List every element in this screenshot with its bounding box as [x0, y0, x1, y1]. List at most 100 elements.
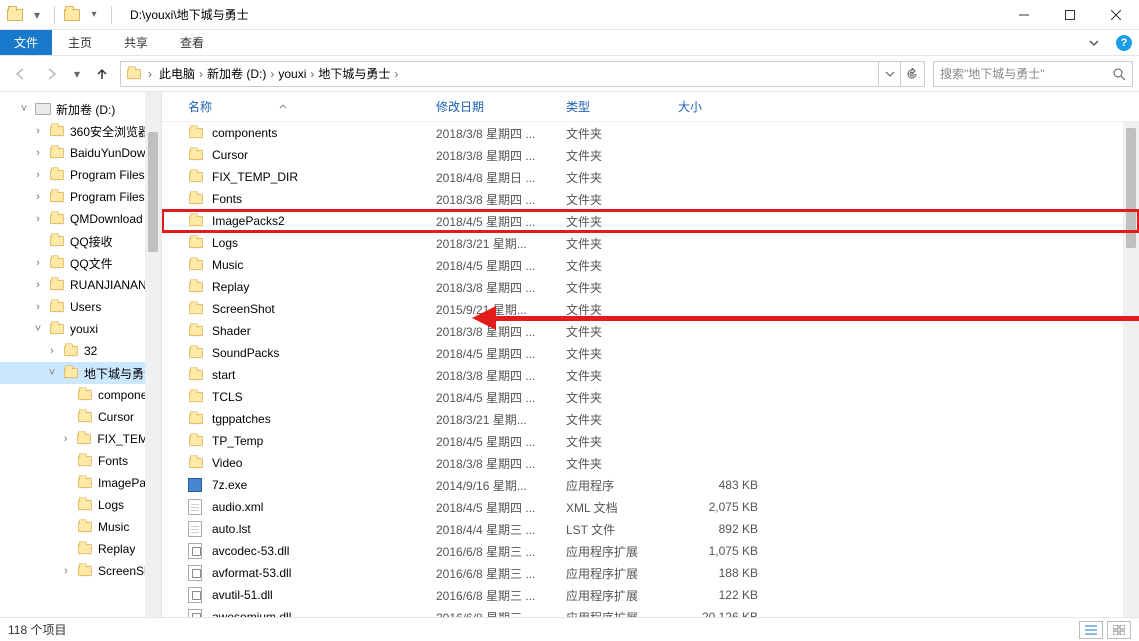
- breadcrumb[interactable]: 新加卷 (D:): [205, 65, 268, 82]
- minimize-button[interactable]: [1001, 0, 1047, 30]
- qat-dropdown-icon[interactable]: ▾: [28, 6, 46, 24]
- chevron-right-icon[interactable]: ›: [268, 67, 276, 81]
- file-row[interactable]: awesomium.dll2016/6/8 星期三 ...应用程序扩展20,12…: [162, 606, 1139, 617]
- tree-node[interactable]: Replay: [0, 538, 161, 560]
- tree-node[interactable]: ›360安全浏览器: [0, 120, 161, 142]
- file-row[interactable]: Cursor2018/3/8 星期四 ...文件夹: [162, 144, 1139, 166]
- expand-icon[interactable]: ›: [32, 214, 44, 225]
- file-row[interactable]: avformat-53.dll2016/6/8 星期三 ...应用程序扩展188…: [162, 562, 1139, 584]
- chevron-right-icon[interactable]: ›: [308, 67, 316, 81]
- file-row[interactable]: Replay2018/3/8 星期四 ...文件夹: [162, 276, 1139, 298]
- file-row[interactable]: TP_Temp2018/4/5 星期四 ...文件夹: [162, 430, 1139, 452]
- file-row[interactable]: auto.lst2018/4/4 星期三 ...LST 文件892 KB: [162, 518, 1139, 540]
- tab-view[interactable]: 查看: [164, 30, 220, 55]
- expand-icon[interactable]: ›: [32, 302, 44, 313]
- close-button[interactable]: [1093, 0, 1139, 30]
- file-row[interactable]: 7z.exe2014/9/16 星期...应用程序483 KB: [162, 474, 1139, 496]
- folder-open-icon[interactable]: [63, 6, 81, 24]
- tab-share[interactable]: 共享: [108, 30, 164, 55]
- column-date[interactable]: 修改日期: [436, 98, 566, 115]
- file-name: tgppatches: [206, 412, 436, 426]
- file-row[interactable]: Shader2018/3/8 星期四 ...文件夹: [162, 320, 1139, 342]
- tree-node[interactable]: ›QQ文件: [0, 252, 161, 274]
- address-bar[interactable]: › 此电脑› 新加卷 (D:)› youxi› 地下城与勇士›: [120, 61, 925, 87]
- expand-icon[interactable]: ˅: [32, 324, 44, 335]
- tree-node[interactable]: Cursor: [0, 406, 161, 428]
- search-input[interactable]: 搜索"地下城与勇士": [933, 61, 1133, 87]
- tree-node[interactable]: ˅新加卷 (D:): [0, 98, 161, 120]
- tree-node[interactable]: ˅地下城与勇士: [0, 362, 161, 384]
- chevron-right-icon[interactable]: ›: [146, 67, 154, 81]
- file-row[interactable]: avutil-51.dll2016/6/8 星期三 ...应用程序扩展122 K…: [162, 584, 1139, 606]
- file-row[interactable]: ScreenShot2015/9/21 星期...文件夹: [162, 298, 1139, 320]
- file-row[interactable]: Logs2018/3/21 星期...文件夹: [162, 232, 1139, 254]
- file-row[interactable]: Video2018/3/8 星期四 ...文件夹: [162, 452, 1139, 474]
- tree-node[interactable]: QQ接收: [0, 230, 161, 252]
- tree-node[interactable]: ›ScreenSho: [0, 560, 161, 582]
- tree-node[interactable]: ›Program Files: [0, 186, 161, 208]
- chevron-right-icon[interactable]: ›: [392, 67, 400, 81]
- tree-node[interactable]: Logs: [0, 494, 161, 516]
- expand-icon[interactable]: ˅: [46, 368, 58, 379]
- expand-icon[interactable]: ›: [60, 434, 71, 445]
- nav-tree[interactable]: ˅新加卷 (D:)›360安全浏览器›BaiduYunDown›Program …: [0, 92, 162, 617]
- file-row[interactable]: tgppatches2018/3/21 星期...文件夹: [162, 408, 1139, 430]
- forward-button[interactable]: [38, 61, 66, 87]
- file-row[interactable]: FIX_TEMP_DIR2018/4/8 星期日 ...文件夹: [162, 166, 1139, 188]
- tab-file[interactable]: 文件: [0, 30, 52, 55]
- breadcrumb[interactable]: 此电脑: [157, 65, 197, 82]
- expand-icon[interactable]: ›: [32, 192, 44, 203]
- tree-node[interactable]: componen: [0, 384, 161, 406]
- expand-icon[interactable]: ›: [32, 126, 44, 137]
- expand-icon[interactable]: ›: [32, 170, 44, 181]
- help-button[interactable]: ?: [1109, 30, 1139, 55]
- tree-node[interactable]: ›BaiduYunDown: [0, 142, 161, 164]
- qat-dropdown-icon[interactable]: ▾: [85, 6, 103, 24]
- expand-icon[interactable]: ›: [32, 280, 44, 291]
- column-type[interactable]: 类型: [566, 98, 678, 115]
- chevron-right-icon[interactable]: ›: [197, 67, 205, 81]
- tree-node[interactable]: Fonts: [0, 450, 161, 472]
- tree-node[interactable]: ›Program Files: [0, 164, 161, 186]
- breadcrumb[interactable]: youxi: [276, 67, 308, 81]
- recent-button[interactable]: ▾: [70, 61, 84, 87]
- view-icons-button[interactable]: [1107, 621, 1131, 639]
- up-button[interactable]: [88, 61, 116, 87]
- tree-node[interactable]: ›FIX_TEMP_: [0, 428, 161, 450]
- expand-icon[interactable]: ›: [32, 148, 44, 159]
- expand-icon[interactable]: ›: [46, 346, 58, 357]
- list-scrollbar[interactable]: [1123, 122, 1139, 617]
- tree-node[interactable]: ›QMDownload: [0, 208, 161, 230]
- column-name[interactable]: 名称: [188, 98, 436, 115]
- expand-icon[interactable]: ˅: [18, 104, 30, 115]
- tree-node[interactable]: ˅youxi: [0, 318, 161, 340]
- refresh-button[interactable]: [900, 62, 922, 86]
- tree-node[interactable]: ›RUANJIANAN: [0, 274, 161, 296]
- file-row[interactable]: audio.xml2018/4/5 星期四 ...XML 文档2,075 KB: [162, 496, 1139, 518]
- file-row[interactable]: TCLS2018/4/5 星期四 ...文件夹: [162, 386, 1139, 408]
- tree-node[interactable]: Music: [0, 516, 161, 538]
- address-dropdown-button[interactable]: [878, 62, 900, 86]
- tree-node[interactable]: ImagePack: [0, 472, 161, 494]
- expand-icon[interactable]: ›: [60, 566, 72, 577]
- breadcrumb[interactable]: 地下城与勇士: [316, 65, 392, 82]
- file-row[interactable]: SoundPacks2018/4/5 星期四 ...文件夹: [162, 342, 1139, 364]
- file-row[interactable]: start2018/3/8 星期四 ...文件夹: [162, 364, 1139, 386]
- file-row[interactable]: avcodec-53.dll2016/6/8 星期三 ...应用程序扩展1,07…: [162, 540, 1139, 562]
- tree-scrollbar[interactable]: [145, 92, 161, 617]
- tab-home[interactable]: 主页: [52, 30, 108, 55]
- column-size[interactable]: 大小: [678, 98, 778, 115]
- expand-icon[interactable]: ›: [32, 258, 44, 269]
- file-row[interactable]: ImagePacks22018/4/5 星期四 ...文件夹: [162, 210, 1139, 232]
- ribbon-expand-button[interactable]: [1079, 30, 1109, 55]
- view-details-button[interactable]: [1079, 621, 1103, 639]
- maximize-button[interactable]: [1047, 0, 1093, 30]
- file-row[interactable]: Fonts2018/3/8 星期四 ...文件夹: [162, 188, 1139, 210]
- tree-node[interactable]: ›Users: [0, 296, 161, 318]
- tree-node[interactable]: ›32: [0, 340, 161, 362]
- file-row[interactable]: Music2018/4/5 星期四 ...文件夹: [162, 254, 1139, 276]
- window-title: D:\youxi\地下城与勇士: [130, 6, 249, 23]
- file-row[interactable]: components2018/3/8 星期四 ...文件夹: [162, 122, 1139, 144]
- back-button[interactable]: [6, 61, 34, 87]
- scrollbar-thumb[interactable]: [148, 132, 158, 252]
